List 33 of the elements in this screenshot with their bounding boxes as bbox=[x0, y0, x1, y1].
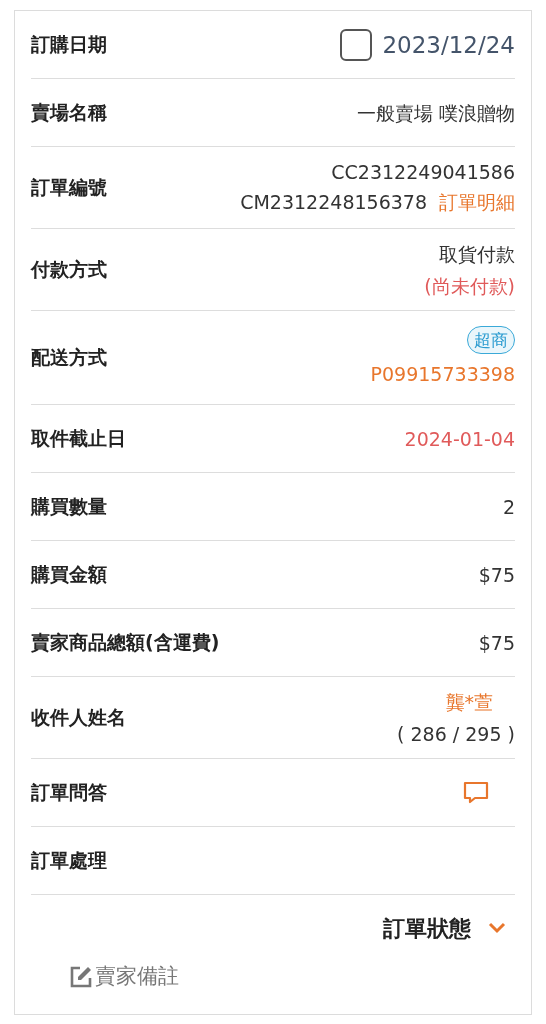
row-value: $75 bbox=[478, 630, 515, 656]
order-number: CC2312249041586 bbox=[331, 159, 515, 185]
row-label: 收件人姓名 bbox=[31, 705, 126, 731]
row-label: 購買數量 bbox=[31, 494, 107, 520]
row-value: $75 bbox=[478, 562, 515, 588]
checkbox[interactable] bbox=[340, 28, 373, 61]
row-label: 訂購日期 bbox=[31, 32, 107, 58]
row-label: 取件截止日 bbox=[31, 426, 126, 452]
row-label: 賣家商品總額(含運費) bbox=[31, 630, 220, 656]
row-label: 訂單處理 bbox=[31, 848, 107, 874]
chat-icon[interactable] bbox=[463, 780, 489, 805]
row-label: 付款方式 bbox=[31, 257, 107, 283]
payment-status: (尚未付款) bbox=[424, 273, 515, 299]
order-status-label: 訂單狀態 bbox=[383, 914, 471, 943]
order-number: CM2312248156378 bbox=[240, 189, 427, 215]
order-date: 2023/12/24 bbox=[382, 30, 515, 60]
tracking-number[interactable]: P09915733398 bbox=[370, 357, 515, 390]
seller-note-link[interactable]: 賣家備註 bbox=[69, 961, 179, 993]
order-detail-link[interactable]: 訂單明細 bbox=[439, 185, 515, 218]
row-label: 配送方式 bbox=[31, 345, 107, 371]
edit-icon bbox=[69, 964, 93, 989]
row-label: 賣場名稱 bbox=[31, 100, 107, 126]
row-value: 2 bbox=[502, 494, 515, 520]
recipient-name: 龔*萱 bbox=[445, 689, 494, 715]
chevron-icon[interactable] bbox=[487, 921, 507, 935]
row-label: 購買金額 bbox=[31, 562, 107, 588]
shipping-badge: 超商 bbox=[467, 325, 515, 354]
payment-method: 取貨付款 bbox=[439, 241, 515, 267]
row-value: 一般賣場 噗浪贈物 bbox=[356, 100, 515, 126]
row-label: 訂單問答 bbox=[31, 780, 107, 806]
row-label: 訂單編號 bbox=[31, 175, 107, 201]
pickup-deadline: 2024-01-04 bbox=[404, 426, 515, 452]
recipient-count: ( 286 / 295 ) bbox=[397, 721, 515, 747]
